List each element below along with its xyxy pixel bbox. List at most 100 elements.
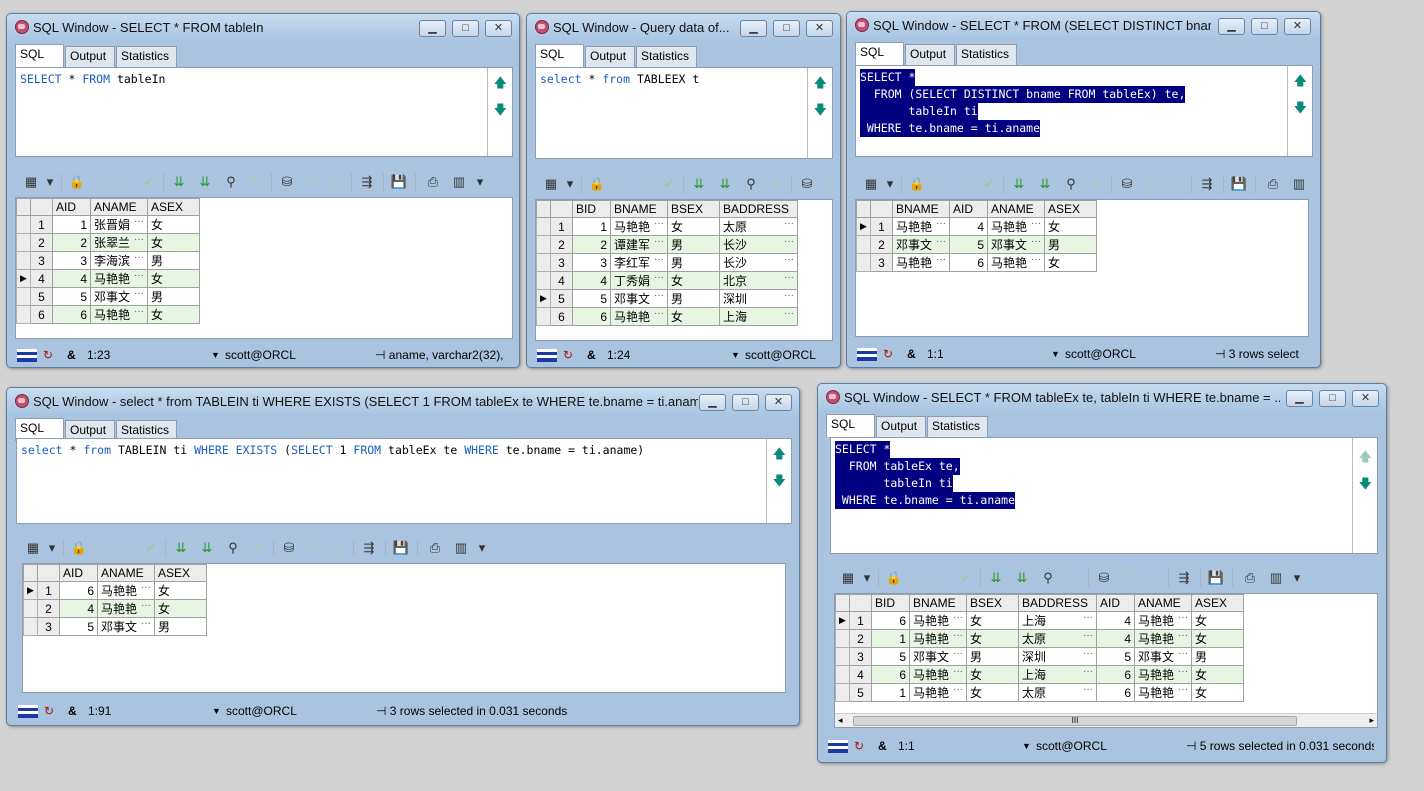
table-row[interactable]: 6 6 马艳艳 ··· 女上海 ··· xyxy=(536,307,799,326)
table-row[interactable]: 1 1 张晋娟 ··· 女 xyxy=(16,215,201,234)
table-cell[interactable]: 长沙 ··· xyxy=(719,253,799,272)
minimize-button[interactable]: ▁ xyxy=(1286,390,1313,407)
dropdown-icon[interactable]: ▾ xyxy=(40,172,60,192)
table-row[interactable]: 3 5 邓事文 ··· 男 xyxy=(23,617,208,636)
table-row[interactable]: 2 1 马艳艳 ··· 女太原 ··· 4 马艳艳 ··· 女 xyxy=(835,629,1245,648)
table-cell[interactable]: 邓事文 ··· xyxy=(89,287,149,306)
row-number[interactable]: 3 xyxy=(37,617,60,636)
query-by-example-icon[interactable]: ⛁ xyxy=(1094,568,1114,588)
ellipsis-button[interactable]: ··· xyxy=(936,236,946,247)
result-grid[interactable]: BID BNAME BSEX BADDRESS 1 1 马艳艳 ··· 女太原 ··· 2 2 谭建军 ·… xyxy=(535,199,833,341)
table-cell[interactable]: 1 xyxy=(572,217,611,236)
column-header[interactable]: AID xyxy=(949,200,989,218)
tab-statistics[interactable]: Statistics xyxy=(927,416,988,437)
dropdown-icon[interactable]: ▾ xyxy=(880,174,900,194)
column-header[interactable]: BNAME xyxy=(908,594,968,612)
tab-output[interactable]: Output xyxy=(585,46,635,67)
ellipsis-button[interactable]: ··· xyxy=(953,666,963,677)
sort-up-icon[interactable]: △ xyxy=(1165,174,1185,194)
save-icon[interactable]: 💾 xyxy=(389,172,409,192)
find-icon[interactable]: ⚲ xyxy=(1038,568,1058,588)
ellipsis-button[interactable]: ··· xyxy=(784,308,794,319)
chart-icon[interactable]: ▥ xyxy=(449,172,469,192)
table-cell[interactable]: 马艳艳 ··· xyxy=(908,611,968,630)
table-cell[interactable]: 马艳艳 ··· xyxy=(1134,611,1193,630)
add-record-icon[interactable]: + xyxy=(613,174,633,194)
table-cell[interactable]: 马艳艳 ··· xyxy=(1134,683,1193,702)
sql-window-2[interactable]: SQL Window - Query data of... ▁ □ ✕ SQL … xyxy=(526,13,841,368)
tab-statistics[interactable]: Statistics xyxy=(116,46,177,67)
sort-down-icon[interactable]: ▽ xyxy=(1141,174,1161,194)
arrow-up-icon[interactable]: 🡅 xyxy=(814,74,827,96)
table-cell[interactable]: 5 xyxy=(572,289,611,308)
print-icon[interactable]: ⎙ xyxy=(1240,568,1260,588)
delete-record-icon[interactable]: − xyxy=(956,174,976,194)
tab-output[interactable]: Output xyxy=(905,44,955,65)
row-number[interactable]: 3 xyxy=(870,253,893,272)
table-cell[interactable]: 男 xyxy=(966,647,1020,666)
clear-icon[interactable]: ✎ xyxy=(1085,174,1105,194)
table-cell[interactable]: 马艳艳 ··· xyxy=(1134,665,1193,684)
link-icon[interactable]: ⇶ xyxy=(359,538,379,558)
table-cell[interactable]: 女 xyxy=(966,611,1020,630)
table-cell[interactable]: 5 xyxy=(59,617,98,636)
table-cell[interactable]: 6 xyxy=(572,307,611,326)
chart-dropdown-icon[interactable]: ▾ xyxy=(1287,568,1307,588)
table-row[interactable]: 5 1 马艳艳 ··· 女太原 ··· 6 马艳艳 ··· 女 xyxy=(835,683,1245,702)
table-cell[interactable]: 女 xyxy=(667,217,721,236)
minimize-button[interactable]: ▁ xyxy=(699,394,726,411)
table-cell[interactable]: 邓事文 ··· xyxy=(1134,647,1193,666)
ellipsis-button[interactable]: ··· xyxy=(1083,666,1093,677)
ellipsis-button[interactable]: ··· xyxy=(1083,612,1093,623)
sql-editor[interactable]: SELECT * FROM tableIn xyxy=(16,68,488,156)
ampersand-icon[interactable]: & xyxy=(907,344,916,365)
grid-icon[interactable]: ▦ xyxy=(838,568,858,588)
table-cell[interactable]: 6 xyxy=(1096,665,1136,684)
chart-icon[interactable]: ▥ xyxy=(1289,174,1309,194)
sql-window-4[interactable]: SQL Window - select * from TABLEIN ti WH… xyxy=(6,387,800,726)
save-icon[interactable]: 💾 xyxy=(1206,568,1226,588)
refresh-icon[interactable]: ↻ xyxy=(563,345,573,366)
minimize-button[interactable]: ▁ xyxy=(740,20,767,37)
add-record-icon[interactable]: + xyxy=(910,568,930,588)
delete-record-icon[interactable]: − xyxy=(933,568,953,588)
title-bar[interactable]: SQL Window - Query data of... ▁ □ ✕ xyxy=(527,14,840,41)
post-icon[interactable]: ✔ xyxy=(659,174,679,194)
ellipsis-button[interactable]: ··· xyxy=(654,308,664,319)
table-cell[interactable]: 马艳艳 ··· xyxy=(987,253,1046,272)
dropdown-icon[interactable]: ▾ xyxy=(560,174,580,194)
scroll-thumb[interactable]: III xyxy=(853,716,1297,726)
table-cell[interactable]: 1 xyxy=(52,215,91,234)
table-row[interactable]: 6 6 马艳艳 ··· 女 xyxy=(16,305,201,324)
column-header[interactable]: ASEX xyxy=(1044,200,1098,218)
ellipsis-button[interactable]: ··· xyxy=(1178,666,1188,677)
table-cell[interactable]: 马艳艳 ··· xyxy=(96,581,156,600)
row-number[interactable]: 2 xyxy=(30,233,53,252)
ellipsis-button[interactable]: ··· xyxy=(784,272,794,283)
close-button[interactable]: ✕ xyxy=(485,20,512,37)
arrow-down-icon[interactable]: 🡇 xyxy=(494,101,507,123)
arrow-up-icon[interactable]: 🡅 xyxy=(1294,72,1307,94)
sort-up-icon[interactable]: △ xyxy=(325,172,345,192)
connection-user[interactable]: scott@ORCL xyxy=(225,345,296,366)
ellipsis-button[interactable]: ··· xyxy=(1031,236,1041,247)
ellipsis-button[interactable]: ··· xyxy=(1031,218,1041,229)
table-cell[interactable]: 女 xyxy=(1044,217,1098,236)
sql-editor[interactable]: SELECT * FROM tableEx te, tableIn ti WHE… xyxy=(831,438,1353,553)
table-cell[interactable]: 3 xyxy=(572,253,611,272)
connection-dropdown-icon[interactable]: ▼ xyxy=(1051,344,1060,365)
add-record-icon[interactable]: + xyxy=(93,172,113,192)
ellipsis-button[interactable]: ··· xyxy=(141,582,151,593)
maximize-button[interactable]: □ xyxy=(732,394,759,411)
ellipsis-button[interactable]: ··· xyxy=(654,254,664,265)
refresh-icon[interactable]: ↻ xyxy=(883,344,893,365)
table-cell[interactable]: 马艳艳 ··· xyxy=(96,599,156,618)
result-grid[interactable]: BNAME AID ANAME ASEX ▶ 1 马艳艳 ··· 4 马艳艳 ··· 女 2 邓事文 ···… xyxy=(855,199,1309,337)
table-cell[interactable]: 邓事文 ··· xyxy=(891,235,951,254)
table-cell[interactable]: 5 xyxy=(1096,647,1136,666)
table-cell[interactable]: 6 xyxy=(949,253,989,272)
find-icon[interactable]: ⚲ xyxy=(221,172,241,192)
row-number[interactable]: 3 xyxy=(849,647,872,666)
ellipsis-button[interactable]: ··· xyxy=(141,618,151,629)
link-icon[interactable]: ⇶ xyxy=(357,172,377,192)
